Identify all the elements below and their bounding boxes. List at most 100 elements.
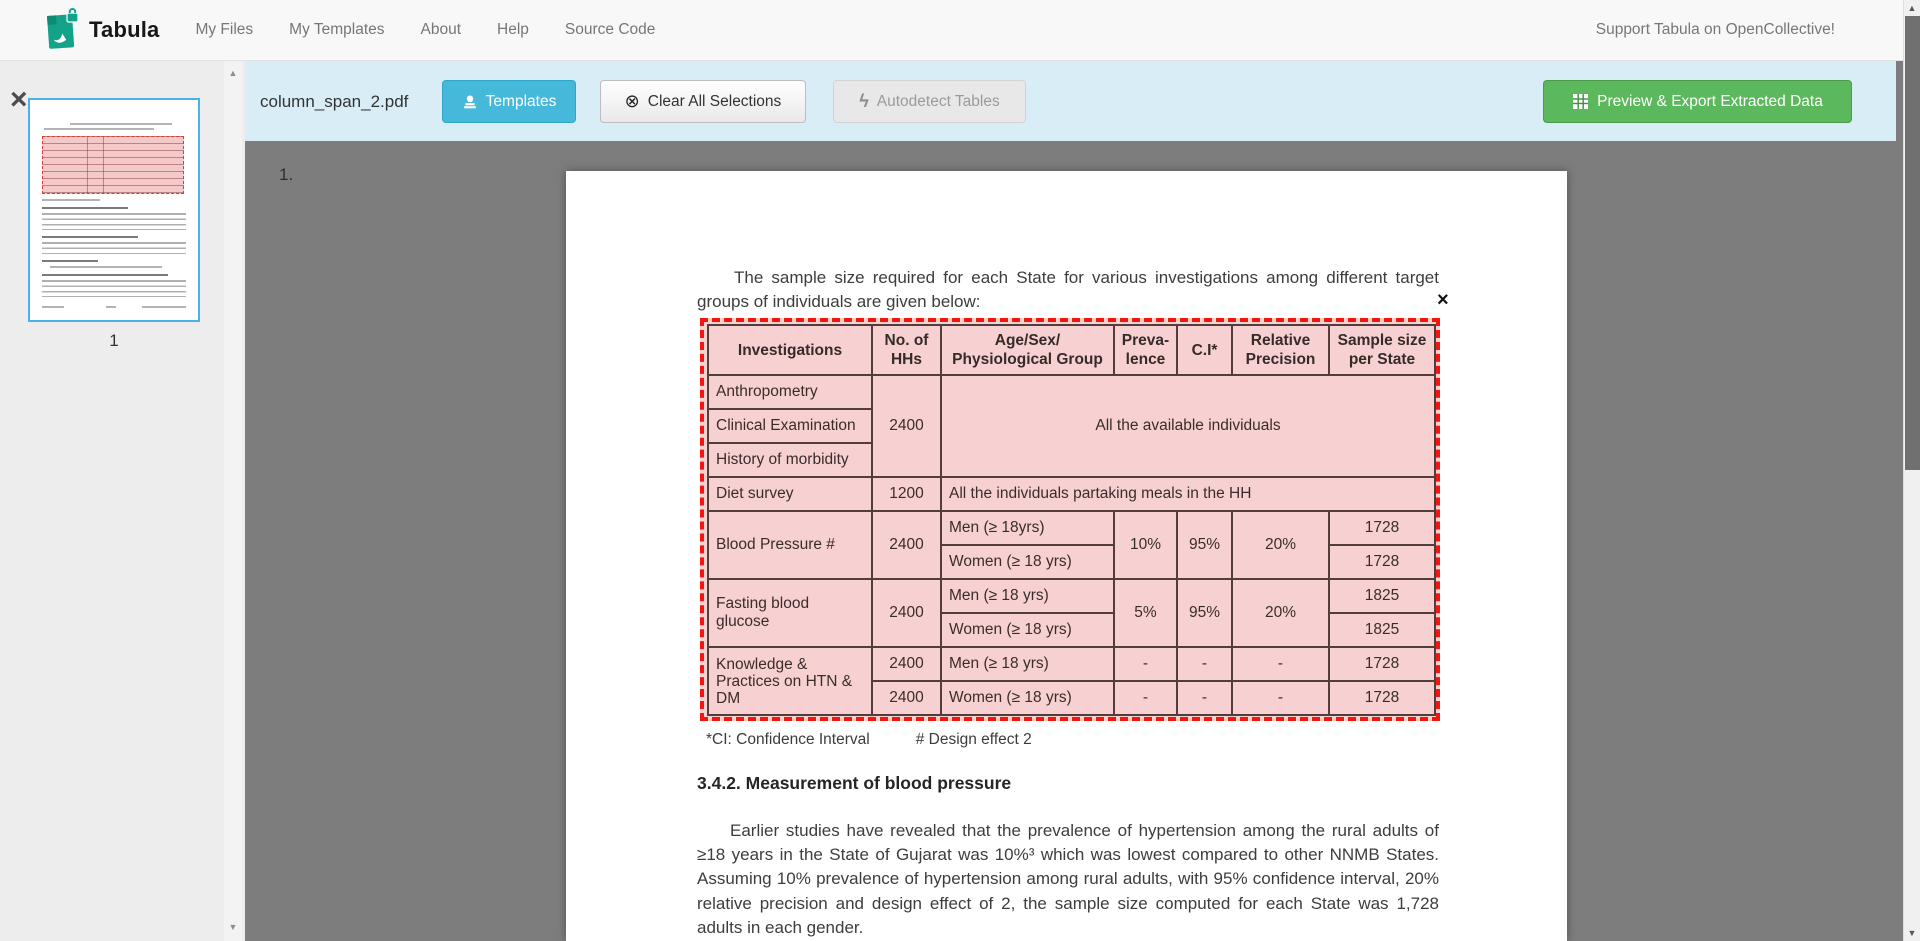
sidebar-scroll-down-icon[interactable]: ▼ [224, 922, 242, 932]
cell-fbg-men-sample: 1825 [1329, 579, 1435, 613]
cell-kp-dash: - [1177, 647, 1232, 681]
window-scroll-down-icon[interactable]: ▼ [1904, 928, 1920, 938]
templates-icon [462, 94, 478, 110]
cell-history: History of morbidity [708, 443, 872, 477]
cell-kp-men-sample: 1728 [1329, 647, 1435, 681]
table-footnote: *CI: Confidence Interval # Design effect … [706, 731, 1032, 749]
table-row: Fasting blood glucose 2400 Men (≥ 18 yrs… [708, 579, 1435, 613]
header-prevalence: Preva- lence [1114, 325, 1177, 375]
header-ci: C.I* [1177, 325, 1232, 375]
cell-bp-men: Men (≥ 18yrs) [941, 511, 1114, 545]
cell-kp-dash: - [1114, 647, 1177, 681]
export-button-label: Preview & Export Extracted Data [1597, 93, 1823, 111]
autodetect-button-label: Autodetect Tables [877, 93, 1000, 111]
table-row: Blood Pressure # 2400 Men (≥ 18yrs) 10% … [708, 511, 1435, 545]
table-row: Anthropometry 2400 All the available ind… [708, 375, 1435, 409]
cell-fbg-men: Men (≥ 18 yrs) [941, 579, 1114, 613]
page-thumbnail[interactable] [28, 98, 200, 322]
autodetect-tables-button[interactable]: ϟ Autodetect Tables [833, 80, 1026, 123]
nav-source-code[interactable]: Source Code [565, 21, 655, 39]
nav-my-templates[interactable]: My Templates [289, 21, 384, 39]
cell-fbg-women: Women (≥ 18 yrs) [941, 613, 1114, 647]
window-scroll-up-icon[interactable]: ▲ [1904, 3, 1920, 13]
templates-button-label: Templates [486, 93, 557, 111]
header-group: Age/Sex/ Physiological Group [941, 325, 1114, 375]
window-scrollbar[interactable]: ▲ ▼ [1903, 0, 1920, 941]
cell-kp-dash: - [1114, 681, 1177, 715]
clear-icon: ⊗ [625, 91, 640, 112]
clear-button-label: Clear All Selections [648, 93, 782, 111]
nav-help[interactable]: Help [497, 21, 529, 39]
spreadsheet-icon [1572, 93, 1589, 110]
table-row: Knowledge & Practices on HTN & DM 2400 M… [708, 647, 1435, 681]
table-row: Diet survey 1200 All the individuals par… [708, 477, 1435, 511]
cell-bp-hhs: 2400 [872, 511, 941, 579]
brand[interactable]: Tabula [44, 8, 159, 52]
clear-all-selections-button[interactable]: ⊗ Clear All Selections [600, 80, 806, 123]
footnote-ci: *CI: Confidence Interval [706, 731, 870, 748]
cell-fbg-ci: 95% [1177, 579, 1232, 647]
cell-kp-dash: - [1232, 647, 1329, 681]
cell-kp-dash: - [1232, 681, 1329, 715]
cell-kp-women-sample: 1728 [1329, 681, 1435, 715]
cell-block-hhs: 2400 [872, 375, 941, 477]
lightning-icon: ϟ [859, 91, 869, 112]
sidebar-scrollbar[interactable]: ▲ ▼ [224, 61, 242, 941]
cell-all-available: All the available individuals [941, 375, 1435, 477]
nav-my-files[interactable]: My Files [195, 21, 253, 39]
cell-anthropometry: Anthropometry [708, 375, 872, 409]
header-hhs: No. of HHs [872, 325, 941, 375]
cell-diet-group: All the individuals partaking meals in t… [941, 477, 1435, 511]
cell-bp: Blood Pressure # [708, 511, 872, 579]
thumbnail-close-icon[interactable]: × [10, 87, 28, 113]
cell-bp-ci: 95% [1177, 511, 1232, 579]
navbar: Tabula My Files My Templates About Help … [0, 0, 1920, 61]
cell-fbg: Fasting blood glucose [708, 579, 872, 647]
thumbnail-selection [42, 136, 184, 194]
cell-kp: Knowledge & Practices on HTN & DM [708, 647, 872, 715]
cell-bp-women-sample: 1728 [1329, 545, 1435, 579]
preview-export-button[interactable]: Preview & Export Extracted Data [1543, 80, 1852, 123]
cell-bp-precision: 20% [1232, 511, 1329, 579]
cell-fbg-precision: 20% [1232, 579, 1329, 647]
cell-kp-men: Men (≥ 18 yrs) [941, 647, 1114, 681]
cell-bp-prevalence: 10% [1114, 511, 1177, 579]
data-table: Investigations No. of HHs Age/Sex/ Physi… [707, 324, 1436, 716]
cell-diet-hhs: 1200 [872, 477, 941, 511]
body-paragraph: Earlier studies have revealed that the p… [697, 819, 1439, 940]
header-precision: Relative Precision [1232, 325, 1329, 375]
cell-bp-men-sample: 1728 [1329, 511, 1435, 545]
header-investigations: Investigations [708, 325, 872, 375]
table-selection-box[interactable]: Investigations No. of HHs Age/Sex/ Physi… [700, 318, 1440, 721]
templates-button[interactable]: Templates [442, 80, 576, 123]
cell-fbg-prevalence: 5% [1114, 579, 1177, 647]
page-number-label: 1. [279, 165, 293, 185]
cell-clinical: Clinical Examination [708, 409, 872, 443]
cell-diet: Diet survey [708, 477, 872, 511]
thumbnail-preview [30, 100, 198, 320]
support-link[interactable]: Support Tabula on OpenCollective! [1596, 21, 1835, 39]
header-sample: Sample size per State [1329, 325, 1435, 375]
tabula-logo-icon [44, 8, 80, 52]
footnote-design-effect: # Design effect 2 [916, 731, 1032, 748]
pdf-workspace: 1. The sample size required for each Sta… [245, 141, 1896, 941]
cell-fbg-hhs: 2400 [872, 579, 941, 647]
toolbar: column_span_2.pdf Templates ⊗ Clear All … [245, 61, 1896, 141]
intro-paragraph: The sample size required for each State … [697, 266, 1439, 314]
thumbnail-sidebar: × 1 ▲ ▼ [0, 61, 245, 941]
filename-label: column_span_2.pdf [260, 92, 408, 112]
section-heading: 3.4.2. Measurement of blood pressure [697, 773, 1011, 794]
table-header-row: Investigations No. of HHs Age/Sex/ Physi… [708, 325, 1435, 375]
tabula-app: Tabula My Files My Templates About Help … [0, 0, 1920, 941]
cell-fbg-women-sample: 1825 [1329, 613, 1435, 647]
cell-bp-women: Women (≥ 18 yrs) [941, 545, 1114, 579]
pdf-page[interactable]: The sample size required for each State … [566, 171, 1567, 941]
cell-kp-hhs-women: 2400 [872, 681, 941, 715]
sidebar-scroll-up-icon[interactable]: ▲ [224, 68, 242, 78]
cell-kp-hhs-men: 2400 [872, 647, 941, 681]
thumbnail-page-number: 1 [28, 331, 200, 351]
window-scrollbar-thumb[interactable] [1905, 16, 1920, 470]
cell-kp-women: Women (≥ 18 yrs) [941, 681, 1114, 715]
selection-close-icon[interactable]: × [1437, 292, 1449, 308]
nav-about[interactable]: About [421, 21, 462, 39]
